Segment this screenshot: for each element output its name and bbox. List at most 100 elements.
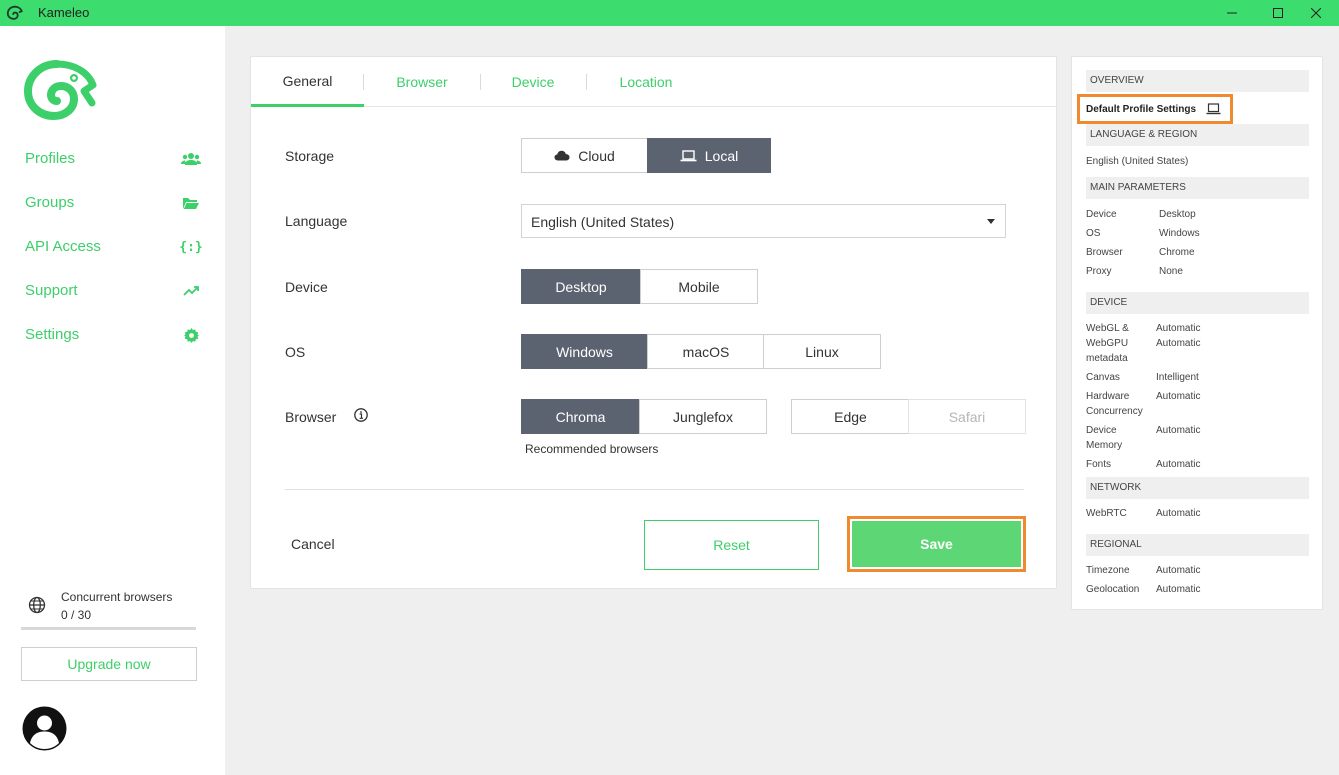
kameleo-logo: [23, 60, 97, 121]
save-button-highlight: Save: [847, 516, 1026, 572]
gear-icon: [180, 326, 202, 344]
language-region-heading: LANGUAGE & REGION: [1086, 124, 1309, 146]
param-value: Automatic: [1156, 391, 1201, 402]
browser-label: Browser: [285, 409, 337, 425]
param-value: Automatic: [1156, 323, 1201, 334]
param-value: Windows: [1159, 228, 1200, 239]
storage-cloud-option[interactable]: Cloud: [521, 138, 648, 173]
info-icon[interactable]: [354, 408, 368, 422]
param-key: OS: [1086, 228, 1101, 239]
param-value: Automatic: [1156, 565, 1201, 576]
maximize-icon: [1273, 8, 1283, 18]
browser-chroma-option[interactable]: Chroma: [521, 399, 640, 434]
device-label: Device: [285, 279, 328, 295]
tab-bar: General Browser Device Location: [251, 57, 1056, 107]
os-windows-option[interactable]: Windows: [521, 334, 648, 369]
avatar[interactable]: [22, 706, 67, 751]
recommended-browsers-note: Recommended browsers: [525, 442, 659, 456]
language-value: English (United States): [531, 214, 675, 230]
param-value: Automatic: [1156, 584, 1201, 595]
param-key: Concurrency: [1086, 406, 1143, 417]
os-macos-option[interactable]: macOS: [647, 334, 764, 369]
param-value: Automatic: [1156, 425, 1201, 436]
param-value: Automatic: [1156, 459, 1201, 470]
overview-panel: OVERVIEW Default Profile Settings LANGUA…: [1071, 56, 1323, 610]
laptop-icon: [680, 149, 697, 161]
param-key: Timezone: [1086, 565, 1130, 576]
divider: [285, 489, 1024, 490]
cancel-button[interactable]: Cancel: [291, 536, 335, 552]
param-value: Automatic: [1156, 338, 1201, 349]
param-key: Browser: [1086, 247, 1123, 258]
sidebar-item-label: Settings: [25, 326, 80, 343]
title-bar: Kameleo: [0, 0, 1339, 26]
sidebar-item-api-access[interactable]: API Access {:}: [0, 229, 225, 265]
param-key: WebGL &: [1086, 323, 1129, 334]
sidebar-item-settings[interactable]: Settings: [0, 317, 225, 353]
profile-name-highlight: Default Profile Settings: [1077, 94, 1233, 124]
kameleo-app-icon: [6, 5, 23, 20]
profile-name: Default Profile Settings: [1086, 104, 1197, 115]
overview-heading: OVERVIEW: [1086, 70, 1309, 92]
param-key: Geolocation: [1086, 584, 1140, 595]
sidebar-item-label: API Access: [25, 238, 101, 255]
param-value: None: [1159, 266, 1183, 277]
param-key: Canvas: [1086, 372, 1120, 383]
reset-button[interactable]: Reset: [644, 520, 819, 570]
language-select[interactable]: English (United States): [521, 204, 1006, 238]
folder-open-icon: [180, 194, 202, 212]
sidebar-item-profiles[interactable]: Profiles: [0, 141, 225, 177]
param-value: Automatic: [1156, 508, 1201, 519]
sidebar-item-label: Groups: [25, 194, 75, 211]
device-desktop-option[interactable]: Desktop: [521, 269, 641, 304]
sidebar: Profiles Groups API Access {:} Support S…: [0, 26, 225, 775]
language-region-value: English (United States): [1086, 156, 1189, 167]
tab-general[interactable]: General: [251, 57, 364, 107]
tab-device[interactable]: Device: [480, 57, 586, 107]
minimize-icon: [1227, 12, 1237, 14]
tab-browser[interactable]: Browser: [364, 57, 480, 107]
cloud-icon: [554, 150, 570, 161]
window-title: Kameleo: [38, 5, 90, 20]
param-value: Intelligent: [1156, 372, 1199, 383]
globe-icon: [28, 596, 46, 614]
minimize-button[interactable]: [1209, 0, 1255, 26]
param-key: Device: [1086, 209, 1117, 220]
param-key: Device: [1086, 425, 1117, 436]
param-key: WebRTC: [1086, 508, 1127, 519]
os-linux-option[interactable]: Linux: [763, 334, 881, 369]
browser-junglefox-option[interactable]: Junglefox: [639, 399, 767, 434]
concurrent-label: Concurrent browsers: [61, 590, 173, 604]
sidebar-item-label: Support: [25, 282, 78, 299]
network-heading: NETWORK: [1086, 477, 1309, 499]
caret-down-icon: [987, 219, 995, 224]
device-mobile-option[interactable]: Mobile: [640, 269, 758, 304]
regional-heading: REGIONAL: [1086, 534, 1309, 556]
tab-location[interactable]: Location: [586, 57, 706, 107]
save-button[interactable]: Save: [852, 521, 1021, 567]
sidebar-item-groups[interactable]: Groups: [0, 185, 225, 221]
device-heading: DEVICE: [1086, 292, 1309, 314]
os-label: OS: [285, 344, 306, 360]
concurrent-usage-bar: [21, 627, 196, 630]
trend-up-icon: [180, 282, 202, 300]
code-braces-icon: {:}: [179, 239, 203, 255]
storage-local-option[interactable]: Local: [647, 138, 771, 173]
upgrade-button[interactable]: Upgrade now: [21, 647, 197, 681]
param-key: Memory: [1086, 440, 1123, 451]
sidebar-item-support[interactable]: Support: [0, 273, 225, 309]
param-key: WebGPU: [1086, 338, 1129, 349]
storage-label: Storage: [285, 148, 335, 164]
close-button[interactable]: [1293, 0, 1339, 26]
users-icon: [180, 150, 202, 168]
param-key: Proxy: [1086, 266, 1112, 277]
storage-cloud-label: Cloud: [578, 147, 615, 164]
language-label: Language: [285, 213, 348, 229]
browser-edge-option[interactable]: Edge: [791, 399, 909, 434]
param-value: Chrome: [1159, 247, 1195, 258]
laptop-icon: [1206, 103, 1221, 115]
param-key: Fonts: [1086, 459, 1112, 470]
concurrent-browsers: Concurrent browsers 0 / 30: [21, 588, 201, 632]
param-key: metadata: [1086, 353, 1128, 364]
browser-safari-option: Safari: [908, 399, 1026, 434]
